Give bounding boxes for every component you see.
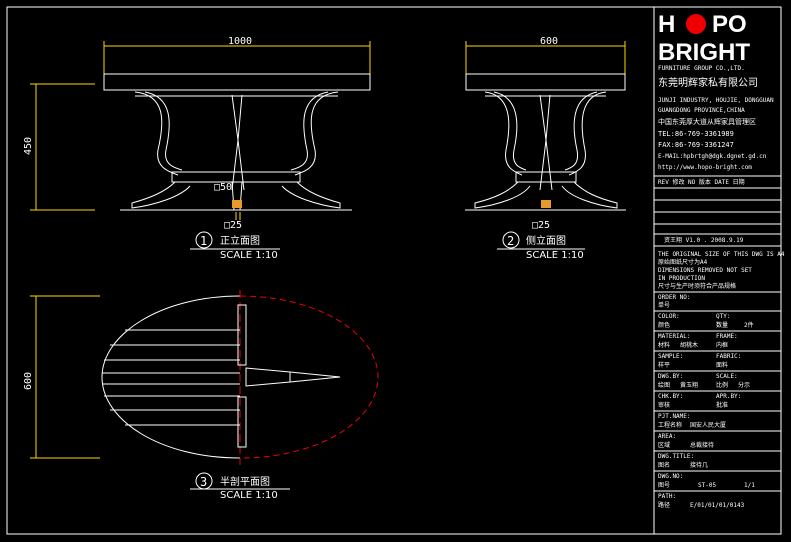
fabric-label: FABRIC: xyxy=(716,353,741,360)
company-en: FURNITURE GROUP CO.,LTD. xyxy=(658,65,745,72)
dwg-no-cn: 图号 xyxy=(658,482,670,489)
logo-bright: BRIGHT xyxy=(658,39,750,66)
dwg-title-value: 接待几 xyxy=(690,461,708,469)
path-cn: 路径 xyxy=(658,501,670,509)
view1-scale: SCALE 1:10 xyxy=(220,250,278,261)
height-dim: 450 xyxy=(23,137,34,155)
tel: TEL:86-769-3361989 xyxy=(658,130,734,138)
area-label: AREA: xyxy=(658,433,676,440)
sheet-value: 1/1 xyxy=(744,482,755,489)
address-cn: 中国东莞厚大道从辉家具管理区 xyxy=(658,117,756,126)
scale-value: 分示 xyxy=(738,381,750,389)
side-width-dim: 600 xyxy=(540,36,558,47)
frame-label: FRAME: xyxy=(716,333,738,340)
title-block: H PO BRIGHT FURNITURE GROUP CO.,LTD. 东莞明… xyxy=(654,11,785,509)
approve-cn: 批准 xyxy=(716,401,728,409)
view1-number: 1 xyxy=(200,234,207,248)
address-line1: JUNJI INDUSTRY, HOUJIE, DONGGUAN xyxy=(658,97,774,104)
project-value: 国安人民大厦 xyxy=(690,421,726,429)
scale-label: SCALE: xyxy=(716,373,738,380)
area-cn: 区域 xyxy=(658,441,670,449)
note-line4: IN PRODUCTION xyxy=(658,275,705,282)
half-section-plan-view: 600 3 半剖平面图 SCALE 1:10 xyxy=(23,290,379,501)
address-line2: GUANGDONG PROVINCE,CHINA xyxy=(658,107,745,114)
dwg-title-label: DWG.TITLE: xyxy=(658,453,694,460)
note-line3: DIMENSIONS REMOVED NOT SET xyxy=(658,267,752,274)
front-elevation-view: 1000 450 □50 □25 1 正立面图 SCALE 1:10 xyxy=(23,36,371,261)
area-value: 总裁接待 xyxy=(690,441,714,449)
company-cn: 东莞明辉家私有限公司 xyxy=(658,76,758,89)
dwg-title-cn: 图名 xyxy=(658,461,670,469)
side-foot-size-label: □25 xyxy=(532,220,550,231)
cad-drawing: 1000 450 □50 □25 1 正立面图 SCALE 1:10 600 □… xyxy=(6,6,785,535)
frame-value: 内框 xyxy=(716,341,728,349)
note-line2: 原始图纸尺寸为A4 xyxy=(658,258,708,266)
foot-size-label: □25 xyxy=(224,220,242,231)
color-cn: 颜色 xyxy=(658,321,670,329)
material-label: MATERIAL: xyxy=(658,333,691,340)
note-line1: THE ORIGINAL SIZE OF THIS DWG IS A4 xyxy=(658,251,785,258)
logo-h: H xyxy=(658,11,675,38)
view1-title: 正立面图 xyxy=(220,234,260,247)
order-cn: 单号 xyxy=(658,301,670,309)
drawn-value: 黄玉翔 xyxy=(680,381,698,389)
order-label: ORDER NO: xyxy=(658,294,691,301)
approve-label: APR.BY: xyxy=(716,393,741,400)
dwg-no-label: DWG.NO: xyxy=(658,473,683,480)
fabric-cn: 面料 xyxy=(716,361,728,369)
note-line5: 尺寸与生产时须符合产品规格 xyxy=(658,282,736,290)
view3-scale: SCALE 1:10 xyxy=(220,490,278,501)
material-cn: 材料 xyxy=(658,341,670,349)
view2-title: 侧立面图 xyxy=(526,234,566,247)
dwg-no-value: ST-05 xyxy=(698,482,716,489)
path-value: E/01/01/01/0143 xyxy=(690,502,745,509)
sample-cn: 样平 xyxy=(658,361,670,369)
revision-header: REV 修改 NO 版本 DATE 日期 xyxy=(658,178,745,186)
path-label: PATH: xyxy=(658,493,676,500)
view3-number: 3 xyxy=(200,475,207,489)
view2-scale: SCALE 1:10 xyxy=(526,250,584,261)
website: http://www.hopo-bright.com xyxy=(658,164,752,171)
view3-title: 半剖平面图 xyxy=(220,475,270,488)
logo-red-dot-icon xyxy=(686,14,706,34)
sample-label: SAMPLE: xyxy=(658,353,683,360)
color-label: COLOR: xyxy=(658,313,680,320)
drawn-label: DWG.BY: xyxy=(658,373,683,380)
project-cn: 工程名称 xyxy=(658,421,682,429)
view2-number: 2 xyxy=(507,234,514,248)
front-width-dim: 1000 xyxy=(228,36,252,47)
plan-depth-dim: 600 xyxy=(23,372,34,390)
drawn-cn: 绘图 xyxy=(658,381,670,389)
scale-cn: 比例 xyxy=(716,381,728,389)
side-elevation-view: 600 □25 2 侧立面图 SCALE 1:10 xyxy=(465,36,626,261)
qty-value: 2件 xyxy=(744,321,754,329)
email: E-MAIL:hpbrtgh@dgk.dgnet.gd.cn xyxy=(658,153,767,160)
designer-version-date: 资王翔 V1.0 . 2008.9.19 xyxy=(664,236,744,244)
check-cn: 审核 xyxy=(658,401,670,409)
material-value: 胡桃木 xyxy=(680,341,698,349)
check-label: CHK.BY: xyxy=(658,393,683,400)
qty-label: QTY: xyxy=(716,313,730,320)
qty-cn: 数量 xyxy=(716,321,728,329)
project-label: PJT.NAME: xyxy=(658,413,691,420)
logo-po: PO xyxy=(712,11,747,38)
fax: FAX:86-769-3361247 xyxy=(658,141,734,149)
post-size-label: □50 xyxy=(214,182,232,193)
